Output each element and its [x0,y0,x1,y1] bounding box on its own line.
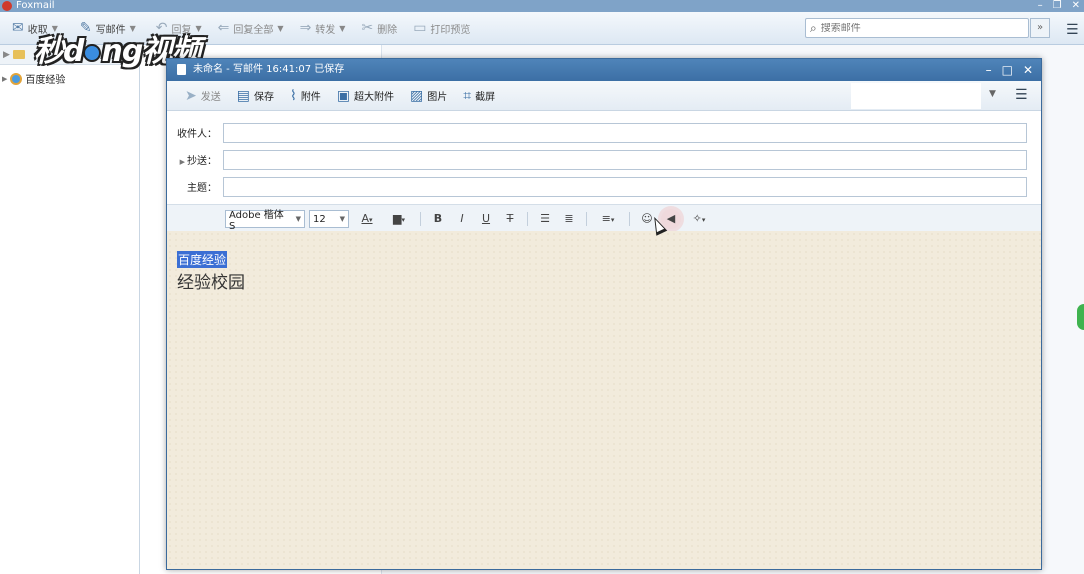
cc-row: ▶ 抄送： [167,146,1041,173]
play-icon [83,43,102,62]
paperclip-icon: ⌇ [289,87,297,104]
account-name: 百度经验 [25,75,66,86]
search-expand-button[interactable]: » [1030,18,1050,38]
big-attach-button[interactable]: ▣ 超大附件 [329,84,402,108]
divider [629,212,630,226]
divider [420,212,421,226]
reply-all-icon: ⇐ [217,20,230,36]
floating-widget[interactable] [1077,304,1084,330]
compose-window: 未命名 - 写邮件 16:41:07 已保存 – □ ✕ ➤ 发送 ▤ 保存 ⌇… [166,58,1042,570]
divider [586,212,587,226]
save-icon: ▤ [236,87,250,104]
sidebar: ▶ ▶ 百度经验 [0,45,140,574]
foxmail-logo-icon [2,1,12,11]
restore-icon[interactable]: ❐ [1053,0,1062,12]
screenshot-button[interactable]: ⌗ 截屏 [455,84,503,108]
reply-all-button[interactable]: ⇐ 回复全部 ▼ [210,15,292,41]
close-icon[interactable]: ✕ [1023,59,1033,81]
expand-icon[interactable]: ▶ [3,50,10,60]
maximize-icon[interactable]: □ [1002,59,1013,81]
divider [527,212,528,226]
chevron-down-icon: ▼ [339,215,345,223]
message-body-editor[interactable]: 百度经验 经验校园 [167,231,1041,569]
to-field[interactable] [223,122,1027,143]
print-preview-button[interactable]: ▭ 打印预览 [405,15,478,41]
big-attach-icon: ▣ [336,87,351,104]
compose-fields: 收件人： ▶ 抄送： 主题： [167,111,1041,204]
bold-icon[interactable]: B [428,209,448,229]
chevron-down-icon[interactable]: ▼ [989,89,996,99]
compose-toolbar: ➤ 发送 ▤ 保存 ⌇ 附件 ▣ 超大附件 ▨ 图片 ⌗ 截屏 ▼ ☰ [167,81,1041,111]
search-input[interactable] [820,22,1001,34]
account-icon [10,72,23,85]
menu-icon[interactable]: ☰ [1066,22,1079,38]
bullet-list-icon[interactable]: ☰ [535,209,555,229]
expand-icon[interactable]: ▶ [180,158,185,166]
font-color-icon[interactable]: A▾ [353,209,381,229]
app-window-controls: – ❐ ✕ [1038,0,1080,12]
close-icon[interactable]: ✕ [1072,0,1080,12]
subject-label: 主题： [187,183,217,194]
strikethrough-icon[interactable]: T [500,209,520,229]
search-icon: ⌕ [810,20,817,35]
compose-window-controls: – □ ✕ [986,59,1033,81]
send-icon: ➤ [185,87,197,104]
to-row: 收件人： [167,119,1041,146]
chevron-down-icon: ▼ [277,23,284,33]
toolbar-blank-area [851,83,981,109]
chevron-down-icon: ▼ [295,215,301,223]
crop-icon: ⌗ [463,87,472,104]
italic-icon[interactable]: I [452,209,472,229]
numbered-list-icon[interactable]: ≣ [559,209,579,229]
highlight-color-icon[interactable]: ▆▾ [385,209,413,229]
delete-icon: ✂ [361,20,374,36]
selected-text[interactable]: 百度经验 [177,251,228,268]
cc-label[interactable]: ▶ 抄送： [167,152,223,167]
forward-button[interactable]: ⇒ 转发 ▼ [292,15,354,41]
subject-field[interactable] [223,176,1027,197]
app-title: Foxmail [16,0,55,11]
save-button[interactable]: ▤ 保存 [229,84,282,108]
underline-icon[interactable]: U [476,209,496,229]
font-family-select[interactable]: Adobe 楷体 S ▼ [225,210,305,232]
delete-button[interactable]: ✂ 删除 [353,15,405,41]
image-button[interactable]: ▨ 图片 [402,84,455,108]
compose-titlebar[interactable]: 未命名 - 写邮件 16:41:07 已保存 – □ ✕ [167,59,1041,81]
font-size-select[interactable]: 12 ▼ [309,210,349,228]
forward-icon: ⇒ [299,20,312,36]
document-icon [177,64,186,75]
menu-icon[interactable]: ☰ [1015,87,1028,103]
expand-icon[interactable]: ▶ [2,75,7,83]
folder-icon [12,50,25,59]
minimize-icon[interactable]: – [986,59,992,81]
image-icon: ▨ [410,87,424,104]
inbox-icon: ✉ [12,20,24,36]
search-box: ⌕ [805,18,1029,38]
app-titlebar: Foxmail – ❐ ✕ [0,0,1084,12]
body-text[interactable]: 经验校园 [177,268,245,293]
send-button[interactable]: ➤ 发送 [177,84,229,108]
magic-wand-icon[interactable]: ✧▾ [685,209,713,229]
compose-title: 未命名 - 写邮件 16:41:07 已保存 [193,64,345,75]
attach-button[interactable]: ⌇ 附件 [282,84,329,108]
cc-field[interactable] [223,149,1027,170]
chevron-down-icon: ▼ [339,23,346,33]
minimize-icon[interactable]: – [1038,0,1043,12]
subject-row: 主题： [167,173,1041,200]
to-label[interactable]: 收件人： [167,125,223,140]
align-icon[interactable]: ≡▾ [594,209,622,229]
format-toolbar: Adobe 楷体 S ▼ 12 ▼ A▾ ▆▾ B I U T ☰ ≣ ≡▾ ☺… [167,204,1041,234]
print-icon: ▭ [413,20,427,36]
